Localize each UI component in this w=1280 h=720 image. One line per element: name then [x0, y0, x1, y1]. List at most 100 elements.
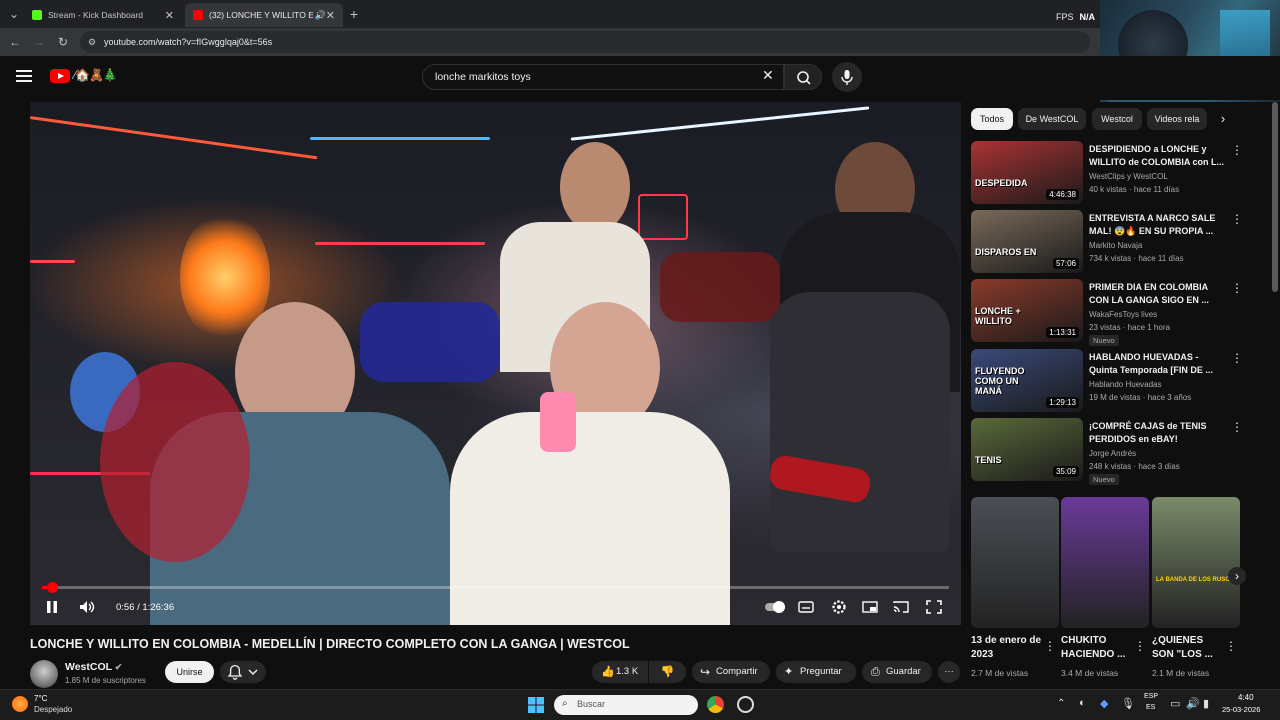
weather-icon[interactable] [12, 696, 28, 712]
video-thumbnail[interactable]: DISPAROS EN 57:06 [971, 210, 1083, 273]
recommendation-title[interactable]: DESPIDIENDO a LONCHE y WILLITO de COLOMB… [1089, 143, 1229, 169]
tab-close-icon[interactable]: ✕ [326, 9, 335, 22]
ask-button[interactable]: ✦ Preguntar [776, 661, 856, 683]
show-hidden-icons-icon[interactable]: ⌃ [1057, 698, 1065, 709]
chip-westcol[interactable]: Westcol [1092, 108, 1142, 130]
recommendation-channel[interactable]: Hablando Huevadas [1089, 380, 1162, 389]
short-thumbnail[interactable] [971, 497, 1059, 628]
video-thumbnail[interactable]: FLUYENDO COMO UN MANÁ 1:29:13 [971, 349, 1083, 412]
recommendation-title[interactable]: ENTREVISTA A NARCO SALE MAL! 😨🔥 EN SU PR… [1089, 212, 1229, 238]
autoplay-toggle[interactable] [764, 599, 786, 615]
cast-button[interactable] [892, 599, 910, 615]
more-vert-icon[interactable]: ⋮ [1231, 420, 1243, 434]
recommendation-channel[interactable]: Markito Navaja [1089, 241, 1142, 250]
share-button[interactable]: ↪ Compartir [692, 661, 770, 683]
network-icon[interactable]: ▭ [1170, 697, 1180, 710]
short-thumbnail[interactable] [1061, 497, 1149, 628]
youtube-doodle[interactable]: ⁄🏠🧸🎄 [74, 68, 118, 82]
recommendation-title[interactable]: PRIMER DIA EN COLOMBIA CON LA GANGA SIGO… [1089, 281, 1229, 307]
url-field[interactable]: ⚙ youtube.com/watch?v=fIGwgglqaj0&t=56s [80, 31, 1090, 53]
volume-button[interactable] [78, 599, 96, 615]
video-thumbnail[interactable]: TENIS 35:09 [971, 418, 1083, 481]
recommendation-channel[interactable]: Jorge Andrés [1089, 449, 1136, 458]
recommendation-channel[interactable]: WestClips y WestCOL [1089, 172, 1168, 181]
save-button[interactable]: ⎙ Guardar [862, 661, 932, 683]
site-info-icon[interactable]: ⚙ [88, 31, 96, 53]
join-button[interactable]: Unirse [165, 661, 214, 683]
recommendation-item[interactable]: TENIS 35:09 ¡COMPRÉ CAJAS de TENIS PERDIDO… [971, 418, 1271, 485]
search-button[interactable] [784, 64, 822, 90]
channel-avatar[interactable] [30, 660, 58, 688]
windows-start-icon[interactable] [528, 697, 544, 713]
chevron-right-icon[interactable]: › [1210, 108, 1236, 130]
search-input[interactable]: lonche markitos toys [422, 64, 784, 90]
miniplayer-button[interactable] [861, 599, 879, 615]
short-thumbnail[interactable]: LA BANDA DE LOS RUSOS [1152, 497, 1240, 628]
new-tab-icon[interactable]: + [346, 6, 362, 22]
subtitles-button[interactable] [797, 599, 815, 615]
tray-app-icon[interactable]: ◐ [1079, 697, 1086, 709]
more-vert-icon[interactable]: ⋮ [1134, 639, 1146, 653]
chip-todos[interactable]: Todos [971, 108, 1013, 130]
battery-icon[interactable]: ▮ [1203, 697, 1209, 710]
pause-button[interactable] [44, 599, 60, 615]
shorts-next-icon[interactable]: › [1228, 567, 1246, 585]
video-thumbnail[interactable]: DESPEDIDA 4:46:38 [971, 141, 1083, 204]
video-player[interactable]: 0:56 / 1:26:36 [30, 102, 961, 625]
speaker-icon[interactable]: 🔊 [315, 10, 326, 21]
chrome-icon[interactable] [707, 696, 724, 713]
language-bottom[interactable]: ES [1146, 704, 1155, 711]
video-thumbnail[interactable]: LONCHE + WILLITO 1:13:31 [971, 279, 1083, 342]
dislike-button[interactable]: 👎 [649, 661, 686, 683]
recommendation-item[interactable]: DESPEDIDA 4:46:38 DESPIDIENDO a LONCHE y W… [971, 141, 1271, 205]
clear-search-icon[interactable]: ✕ [762, 67, 774, 84]
more-vert-icon[interactable]: ⋮ [1231, 281, 1243, 295]
like-count: 1.3 K [616, 666, 639, 677]
recommendation-title[interactable]: HABLANDO HUEVADAS - Quinta Temporada [FI… [1089, 351, 1229, 377]
scrubber-handle[interactable] [46, 582, 58, 593]
more-actions-button[interactable]: ··· [938, 661, 960, 683]
volume-icon[interactable]: 🔊 [1186, 697, 1200, 710]
more-vert-icon[interactable]: ⋮ [1231, 143, 1243, 157]
recommendation-item[interactable]: DISPAROS EN 57:06 ENTREVISTA A NARCO SALE … [971, 210, 1271, 274]
back-icon[interactable]: ← [7, 34, 23, 50]
chip-videos-relacionados[interactable]: Videos rela [1147, 108, 1207, 130]
tab-youtube-video[interactable]: (32) LONCHE Y WILLITO EN 🔊 ✕ [185, 3, 343, 27]
settings-button[interactable] [830, 599, 848, 615]
like-button[interactable]: 👍 1.3 K [592, 661, 648, 683]
progress-bar[interactable] [42, 582, 949, 593]
clock-date[interactable]: 25-03-2026 [1222, 705, 1260, 714]
tray-app-icon[interactable]: ◆ [1100, 697, 1108, 710]
more-vert-icon[interactable]: ⋮ [1044, 639, 1056, 653]
clock-time[interactable]: 4:40 [1238, 693, 1254, 702]
notifications-button[interactable] [220, 661, 266, 683]
more-vert-icon[interactable]: ⋮ [1231, 212, 1243, 226]
scrollbar[interactable] [1272, 102, 1278, 292]
reload-icon[interactable]: ↻ [55, 34, 71, 50]
tab-close-icon[interactable]: ✕ [165, 9, 174, 22]
recommendation-title[interactable]: ¡COMPRÉ CAJAS de TENIS PERDIDOS en eBAY! [1089, 420, 1229, 446]
short-title[interactable]: CHUKITO HACIENDO ... [1061, 634, 1133, 662]
recommendation-item[interactable]: LONCHE + WILLITO 1:13:31 PRIMER DIA EN COL… [971, 279, 1271, 346]
forward-icon[interactable]: → [31, 34, 47, 50]
tray-mic-icon[interactable]: 🎙 [1121, 697, 1135, 710]
short-title[interactable]: ¿QUIENES SON "LOS ... [1152, 634, 1224, 662]
more-vert-icon[interactable]: ⋮ [1231, 351, 1243, 365]
cast-icon [893, 601, 909, 613]
channel-name[interactable]: WestCOL ✔ [65, 661, 122, 673]
menu-icon[interactable] [16, 70, 32, 82]
voice-search-button[interactable] [832, 62, 862, 92]
tab-list-icon[interactable]: ⌄ [6, 6, 22, 22]
chip-de-westcol[interactable]: De WestCOL [1018, 108, 1086, 130]
youtube-logo-icon[interactable] [50, 69, 70, 83]
obs-icon[interactable] [737, 696, 754, 713]
tab-kick-dashboard[interactable]: Stream - Kick Dashboard ✕ [24, 3, 182, 27]
language-top[interactable]: ESP [1144, 693, 1158, 700]
more-vert-icon[interactable]: ⋮ [1225, 639, 1237, 653]
recommendation-channel[interactable]: WakaFesToys lives [1089, 310, 1157, 319]
fullscreen-button[interactable] [925, 599, 943, 615]
short-title[interactable]: 13 de enero de 2023 [971, 634, 1043, 662]
recommendation-item[interactable]: FLUYENDO COMO UN MANÁ 1:29:13 HABLANDO HUE… [971, 349, 1271, 413]
share-label: Compartir [716, 666, 758, 677]
taskbar-search[interactable]: ⌕ Buscar [554, 695, 698, 715]
